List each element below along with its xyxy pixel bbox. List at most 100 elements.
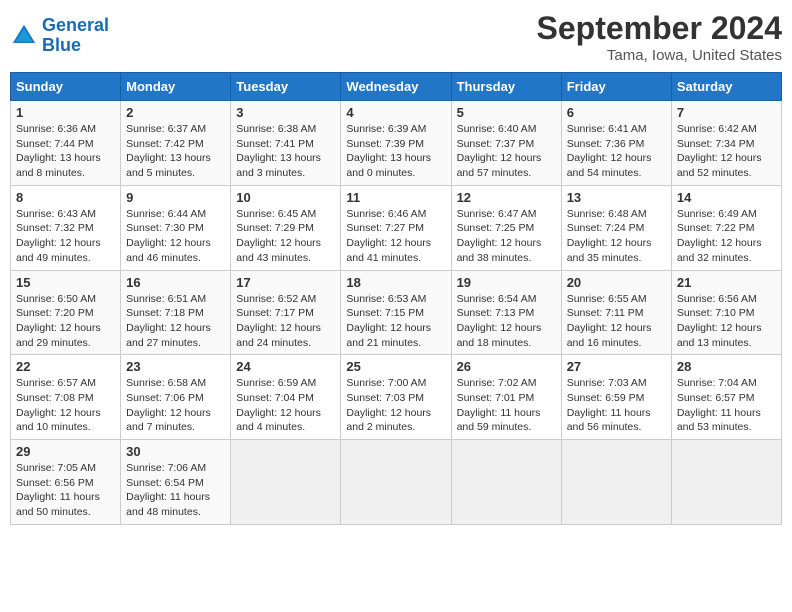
day-number: 9 bbox=[126, 190, 225, 205]
day-number: 13 bbox=[567, 190, 666, 205]
day-number: 23 bbox=[126, 359, 225, 374]
day-info: Sunrise: 7:05 AM Sunset: 6:56 PM Dayligh… bbox=[16, 461, 115, 520]
logo-icon bbox=[10, 22, 38, 50]
day-number: 27 bbox=[567, 359, 666, 374]
calendar-table: SundayMondayTuesdayWednesdayThursdayFrid… bbox=[10, 72, 782, 525]
day-cell: 25 Sunrise: 7:00 AM Sunset: 7:03 PM Dayli… bbox=[341, 355, 451, 440]
day-info: Sunrise: 6:47 AM Sunset: 7:25 PM Dayligh… bbox=[457, 207, 556, 266]
week-row-1: 1Sunrise: 6:36 AM Sunset: 7:44 PM Daylig… bbox=[11, 101, 782, 186]
day-number: 28 bbox=[677, 359, 776, 374]
day-cell: 29 Sunrise: 7:05 AM Sunset: 6:56 PM Dayli… bbox=[11, 440, 121, 525]
day-info: Sunrise: 6:58 AM Sunset: 7:06 PM Dayligh… bbox=[126, 376, 225, 435]
day-info: Sunrise: 6:43 AM Sunset: 7:32 PM Dayligh… bbox=[16, 207, 115, 266]
day-number: 15 bbox=[16, 275, 115, 290]
day-header-wednesday: Wednesday bbox=[341, 73, 451, 101]
week-row-5: 29 Sunrise: 7:05 AM Sunset: 6:56 PM Dayli… bbox=[11, 440, 782, 525]
day-header-friday: Friday bbox=[561, 73, 671, 101]
day-cell bbox=[231, 440, 341, 525]
day-info: Sunrise: 6:51 AM Sunset: 7:18 PM Dayligh… bbox=[126, 292, 225, 351]
day-cell: 14 Sunrise: 6:49 AM Sunset: 7:22 PM Dayli… bbox=[671, 185, 781, 270]
day-number: 29 bbox=[16, 444, 115, 459]
logo-line1: General bbox=[42, 15, 109, 35]
day-cell: 16 Sunrise: 6:51 AM Sunset: 7:18 PM Dayli… bbox=[121, 270, 231, 355]
day-cell: 9 Sunrise: 6:44 AM Sunset: 7:30 PM Daylig… bbox=[121, 185, 231, 270]
day-info: Sunrise: 6:49 AM Sunset: 7:22 PM Dayligh… bbox=[677, 207, 776, 266]
day-cell: 20 Sunrise: 6:55 AM Sunset: 7:11 PM Dayli… bbox=[561, 270, 671, 355]
logo-text: General Blue bbox=[42, 16, 109, 56]
header: General Blue September 2024 Tama, Iowa, … bbox=[10, 10, 782, 64]
day-cell: 19Sunrise: 6:54 AM Sunset: 7:13 PM Dayli… bbox=[451, 270, 561, 355]
day-info: Sunrise: 6:38 AM Sunset: 7:41 PM Dayligh… bbox=[236, 122, 335, 181]
day-cell bbox=[451, 440, 561, 525]
logo: General Blue bbox=[10, 16, 109, 56]
day-number: 25 bbox=[346, 359, 445, 374]
day-number: 21 bbox=[677, 275, 776, 290]
day-number: 3 bbox=[236, 105, 335, 120]
day-cell: 26Sunrise: 7:02 AM Sunset: 7:01 PM Dayli… bbox=[451, 355, 561, 440]
day-cell: 4Sunrise: 6:39 AM Sunset: 7:39 PM Daylig… bbox=[341, 101, 451, 186]
day-info: Sunrise: 6:59 AM Sunset: 7:04 PM Dayligh… bbox=[236, 376, 335, 435]
day-cell: 28 Sunrise: 7:04 AM Sunset: 6:57 PM Dayli… bbox=[671, 355, 781, 440]
day-info: Sunrise: 7:03 AM Sunset: 6:59 PM Dayligh… bbox=[567, 376, 666, 435]
day-cell bbox=[561, 440, 671, 525]
day-info: Sunrise: 6:42 AM Sunset: 7:34 PM Dayligh… bbox=[677, 122, 776, 181]
day-info: Sunrise: 6:36 AM Sunset: 7:44 PM Dayligh… bbox=[16, 122, 115, 181]
day-info: Sunrise: 6:50 AM Sunset: 7:20 PM Dayligh… bbox=[16, 292, 115, 351]
day-number: 20 bbox=[567, 275, 666, 290]
day-cell: 24 Sunrise: 6:59 AM Sunset: 7:04 PM Dayli… bbox=[231, 355, 341, 440]
day-number: 11 bbox=[346, 190, 445, 205]
day-number: 24 bbox=[236, 359, 335, 374]
day-info: Sunrise: 6:57 AM Sunset: 7:08 PM Dayligh… bbox=[16, 376, 115, 435]
day-info: Sunrise: 6:48 AM Sunset: 7:24 PM Dayligh… bbox=[567, 207, 666, 266]
calendar-body: 1Sunrise: 6:36 AM Sunset: 7:44 PM Daylig… bbox=[11, 101, 782, 525]
day-cell: 5Sunrise: 6:40 AM Sunset: 7:37 PM Daylig… bbox=[451, 101, 561, 186]
day-header-monday: Monday bbox=[121, 73, 231, 101]
day-info: Sunrise: 6:45 AM Sunset: 7:29 PM Dayligh… bbox=[236, 207, 335, 266]
day-cell: 3 Sunrise: 6:38 AM Sunset: 7:41 PM Daylig… bbox=[231, 101, 341, 186]
day-cell: 15 Sunrise: 6:50 AM Sunset: 7:20 PM Dayli… bbox=[11, 270, 121, 355]
day-cell bbox=[671, 440, 781, 525]
day-number: 22 bbox=[16, 359, 115, 374]
day-number: 18 bbox=[346, 275, 445, 290]
day-cell: 6Sunrise: 6:41 AM Sunset: 7:36 PM Daylig… bbox=[561, 101, 671, 186]
week-row-4: 22 Sunrise: 6:57 AM Sunset: 7:08 PM Dayli… bbox=[11, 355, 782, 440]
day-number: 7 bbox=[677, 105, 776, 120]
day-cell: 13 Sunrise: 6:48 AM Sunset: 7:24 PM Dayli… bbox=[561, 185, 671, 270]
day-header-saturday: Saturday bbox=[671, 73, 781, 101]
day-header-tuesday: Tuesday bbox=[231, 73, 341, 101]
day-cell: 10 Sunrise: 6:45 AM Sunset: 7:29 PM Dayli… bbox=[231, 185, 341, 270]
day-cell: 23 Sunrise: 6:58 AM Sunset: 7:06 PM Dayli… bbox=[121, 355, 231, 440]
logo-line2: Blue bbox=[42, 35, 81, 55]
week-row-2: 8Sunrise: 6:43 AM Sunset: 7:32 PM Daylig… bbox=[11, 185, 782, 270]
day-cell: 21 Sunrise: 6:56 AM Sunset: 7:10 PM Dayli… bbox=[671, 270, 781, 355]
day-number: 17 bbox=[236, 275, 335, 290]
day-header-sunday: Sunday bbox=[11, 73, 121, 101]
day-info: Sunrise: 6:56 AM Sunset: 7:10 PM Dayligh… bbox=[677, 292, 776, 351]
calendar-header-row: SundayMondayTuesdayWednesdayThursdayFrid… bbox=[11, 73, 782, 101]
day-cell: 8Sunrise: 6:43 AM Sunset: 7:32 PM Daylig… bbox=[11, 185, 121, 270]
day-info: Sunrise: 6:46 AM Sunset: 7:27 PM Dayligh… bbox=[346, 207, 445, 266]
day-cell: 17Sunrise: 6:52 AM Sunset: 7:17 PM Dayli… bbox=[231, 270, 341, 355]
day-info: Sunrise: 6:54 AM Sunset: 7:13 PM Dayligh… bbox=[457, 292, 556, 351]
day-info: Sunrise: 7:06 AM Sunset: 6:54 PM Dayligh… bbox=[126, 461, 225, 520]
day-number: 14 bbox=[677, 190, 776, 205]
day-cell: 27 Sunrise: 7:03 AM Sunset: 6:59 PM Dayli… bbox=[561, 355, 671, 440]
title-area: September 2024 Tama, Iowa, United States bbox=[537, 10, 782, 64]
day-info: Sunrise: 6:55 AM Sunset: 7:11 PM Dayligh… bbox=[567, 292, 666, 351]
day-number: 10 bbox=[236, 190, 335, 205]
day-info: Sunrise: 6:53 AM Sunset: 7:15 PM Dayligh… bbox=[346, 292, 445, 351]
day-number: 4 bbox=[346, 105, 445, 120]
day-number: 16 bbox=[126, 275, 225, 290]
week-row-3: 15 Sunrise: 6:50 AM Sunset: 7:20 PM Dayli… bbox=[11, 270, 782, 355]
day-header-thursday: Thursday bbox=[451, 73, 561, 101]
day-info: Sunrise: 7:00 AM Sunset: 7:03 PM Dayligh… bbox=[346, 376, 445, 435]
day-info: Sunrise: 6:44 AM Sunset: 7:30 PM Dayligh… bbox=[126, 207, 225, 266]
day-info: Sunrise: 7:02 AM Sunset: 7:01 PM Dayligh… bbox=[457, 376, 556, 435]
day-cell: 12 Sunrise: 6:47 AM Sunset: 7:25 PM Dayli… bbox=[451, 185, 561, 270]
day-number: 5 bbox=[457, 105, 556, 120]
day-info: Sunrise: 6:41 AM Sunset: 7:36 PM Dayligh… bbox=[567, 122, 666, 181]
day-number: 2 bbox=[126, 105, 225, 120]
day-info: Sunrise: 7:04 AM Sunset: 6:57 PM Dayligh… bbox=[677, 376, 776, 435]
day-cell: 30Sunrise: 7:06 AM Sunset: 6:54 PM Dayli… bbox=[121, 440, 231, 525]
day-number: 12 bbox=[457, 190, 556, 205]
